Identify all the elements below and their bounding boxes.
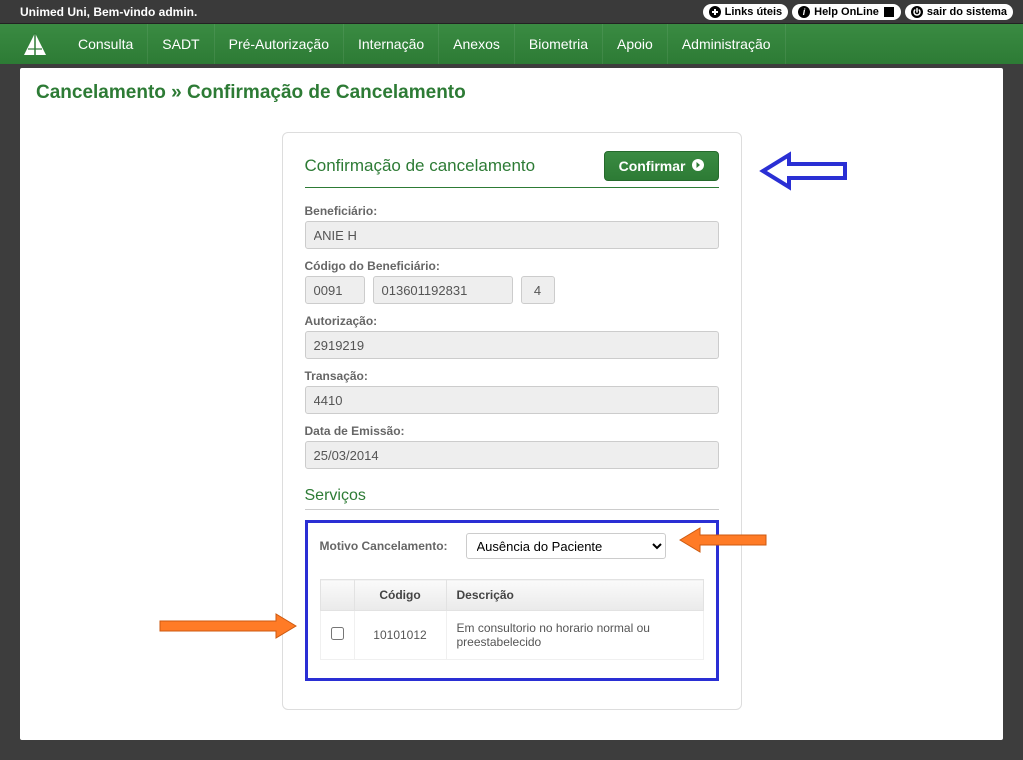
nav-pre-autorizacao[interactable]: Pré-Autorização bbox=[215, 24, 344, 64]
nav-administracao[interactable]: Administração bbox=[668, 24, 786, 64]
confirmar-label: Confirmar bbox=[619, 158, 686, 174]
th-codigo: Código bbox=[354, 580, 446, 611]
annotation-arrow-blue-icon bbox=[759, 151, 849, 191]
codigo-benef-num-field bbox=[373, 276, 513, 304]
data-emissao-field bbox=[305, 441, 719, 469]
transacao-label: Transação: bbox=[305, 369, 719, 383]
motivo-highlight-box: Motivo Cancelamento: Ausência do Pacient… bbox=[305, 520, 719, 681]
topbar-right: Links úteis i Help OnLine sair do sistem… bbox=[703, 4, 1013, 20]
th-descricao: Descrição bbox=[446, 580, 703, 611]
nav-anexos[interactable]: Anexos bbox=[439, 24, 515, 64]
transacao-field bbox=[305, 386, 719, 414]
links-uteis-button[interactable]: Links úteis bbox=[703, 4, 788, 20]
cell-codigo: 10101012 bbox=[354, 611, 446, 660]
nav-internacao[interactable]: Internação bbox=[344, 24, 439, 64]
confirmar-button[interactable]: Confirmar bbox=[604, 151, 719, 181]
breadcrumb: Cancelamento » Confirmação de Cancelamen… bbox=[36, 78, 987, 112]
codigo-benef-prefix-field bbox=[305, 276, 365, 304]
stop-icon bbox=[883, 6, 895, 18]
cell-descricao: Em consultorio no horario normal ou pree… bbox=[446, 611, 703, 660]
data-emissao-label: Data de Emissão: bbox=[305, 424, 719, 438]
beneficiario-field bbox=[305, 221, 719, 249]
info-icon: i bbox=[798, 6, 810, 18]
help-online-label: Help OnLine bbox=[814, 6, 879, 18]
plus-icon bbox=[709, 6, 721, 18]
autorizacao-field bbox=[305, 331, 719, 359]
annotation-arrow-orange-icon bbox=[158, 611, 298, 641]
top-bar: Unimed Uni, Bem-vindo admin. Links úteis… bbox=[0, 0, 1023, 24]
arrow-right-icon bbox=[692, 159, 704, 174]
nav-biometria[interactable]: Biometria bbox=[515, 24, 603, 64]
power-icon bbox=[911, 6, 923, 18]
codigo-benef-digit-field bbox=[521, 276, 555, 304]
codigo-beneficiario-label: Código do Beneficiário: bbox=[305, 259, 719, 273]
nav-apoio[interactable]: Apoio bbox=[603, 24, 668, 64]
panel-title: Confirmação de cancelamento bbox=[305, 156, 536, 176]
servicos-title: Serviços bbox=[305, 481, 719, 510]
welcome-text: Unimed Uni, Bem-vindo admin. bbox=[20, 5, 197, 19]
cancelamento-panel: Confirmação de cancelamento Confirmar Be… bbox=[282, 132, 742, 710]
nav-consulta[interactable]: Consulta bbox=[64, 24, 148, 64]
help-online-button[interactable]: i Help OnLine bbox=[792, 4, 901, 20]
table-row: 10101012 Em consultorio no horario norma… bbox=[320, 611, 703, 660]
main-nav: Consulta SADT Pré-Autorização Internação… bbox=[0, 24, 1023, 64]
motivo-label: Motivo Cancelamento: bbox=[320, 539, 448, 553]
unimed-logo-icon bbox=[20, 31, 50, 57]
nav-sadt[interactable]: SADT bbox=[148, 24, 214, 64]
annotation-arrow-orange-icon bbox=[678, 525, 768, 555]
servicos-table: Código Descrição 10101012 Em consultorio… bbox=[320, 579, 704, 660]
th-checkbox bbox=[320, 580, 354, 611]
links-uteis-label: Links úteis bbox=[725, 6, 782, 18]
beneficiario-label: Beneficiário: bbox=[305, 204, 719, 218]
sair-button[interactable]: sair do sistema bbox=[905, 4, 1013, 20]
autorizacao-label: Autorização: bbox=[305, 314, 719, 328]
servico-checkbox[interactable] bbox=[331, 627, 344, 640]
page-content: Cancelamento » Confirmação de Cancelamen… bbox=[20, 68, 1003, 740]
sair-label: sair do sistema bbox=[927, 6, 1007, 18]
motivo-cancelamento-select[interactable]: Ausência do Paciente bbox=[466, 533, 666, 559]
